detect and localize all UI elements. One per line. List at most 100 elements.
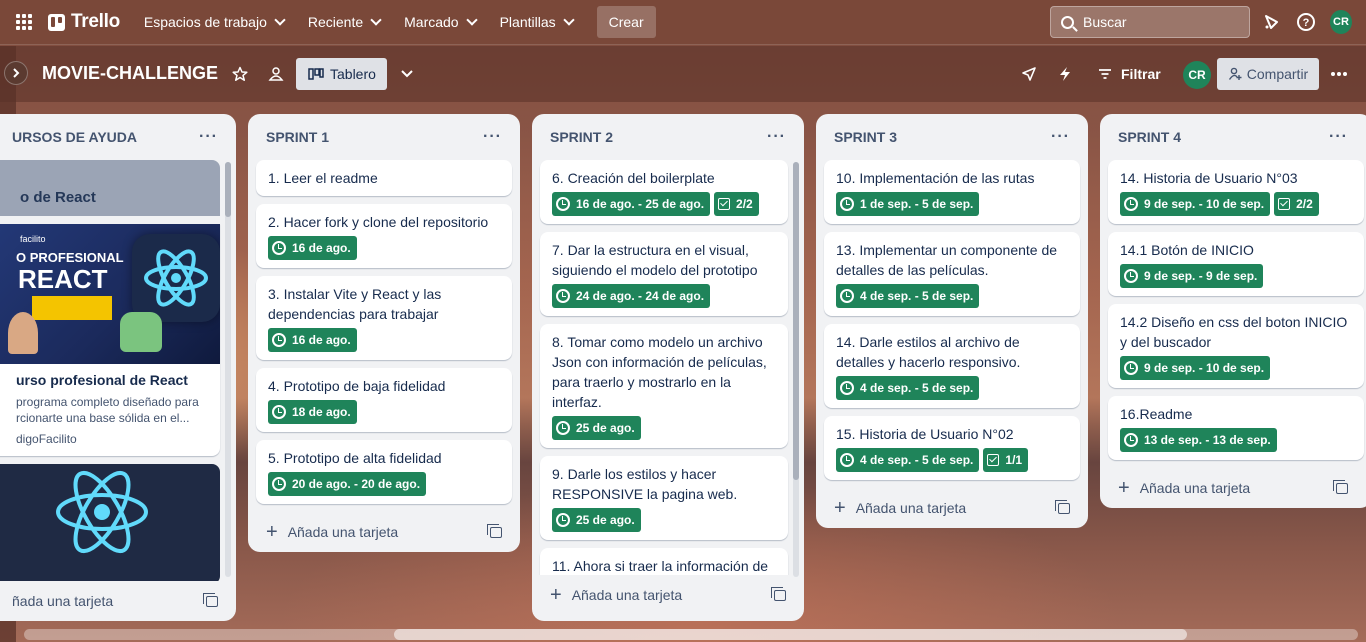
clock-icon [840,289,854,303]
due-date: 4 de sep. - 5 de sep. [860,381,974,395]
card[interactable]: 16.Readme 13 de sep. - 13 de sep. [1108,396,1364,460]
scrollbar-thumb[interactable] [394,629,1187,640]
list-header[interactable]: SPRINT 3 ··· [816,114,1088,160]
card[interactable]: 1. Leer el readme [256,160,512,196]
create-button[interactable]: Crear [596,6,656,38]
due-date-badge[interactable]: 4 de sep. - 5 de sep. [836,376,980,400]
clock-icon [1124,269,1138,283]
card[interactable]: 5. Prototipo de alta fidelidad 20 de ago.… [256,440,512,504]
share-button[interactable]: Compartir [1217,58,1319,90]
chevron-down-icon [370,13,382,26]
trello-logo[interactable]: Trello [48,11,120,33]
react-image-card[interactable] [0,464,220,581]
create-from-template-icon[interactable] [203,592,218,607]
search-input[interactable]: Buscar [1050,6,1250,38]
nav-workspaces[interactable]: Espacios de trabajo [132,6,296,38]
add-card-button[interactable]: + Añada una tarjeta [1100,468,1366,508]
card[interactable]: 11. Ahora si traer la información de [540,548,788,575]
list-menu-icon[interactable]: ··· [767,128,786,146]
user-avatar[interactable]: CR [1330,10,1352,34]
create-from-template-icon[interactable] [1333,479,1348,494]
workspace-visibility-icon[interactable] [265,63,287,85]
automation-bolt-icon[interactable] [1054,63,1076,85]
card[interactable]: 14. Darle estilos al archivo de detalles… [824,324,1080,408]
card[interactable]: 3. Instalar Vite y React y las dependenc… [256,276,512,360]
board-title[interactable]: MOVIE-CHALLENGE [42,63,218,84]
list-scrollbar[interactable] [793,162,799,577]
card[interactable]: 8. Tomar como modelo un archivo Json con… [540,324,788,448]
card[interactable]: 7. Dar la estructura en el visual, sigui… [540,232,788,316]
nav-starred[interactable]: Marcado [392,6,487,38]
list-header[interactable]: SPRINT 2 ··· [532,114,804,160]
card[interactable]: 15. Historia de Usuario N°02 4 de sep. - … [824,416,1080,480]
add-card-button[interactable]: + Añada una tarjeta [816,488,1088,528]
nav-recent[interactable]: Reciente [296,6,392,38]
top-navigation-bar: Trello Espacios de trabajo Reciente Marc… [0,0,1366,45]
add-card-button[interactable]: ñada una tarjeta [0,581,236,621]
clock-icon [840,381,854,395]
due-date-badge[interactable]: 1 de sep. - 5 de sep. [836,192,980,216]
card[interactable]: 4. Prototipo de baja fidelidad 18 de ago. [256,368,512,432]
card[interactable]: 13. Implementar un componente de detalle… [824,232,1080,316]
due-date-badge[interactable]: 20 de ago. - 20 de ago. [268,472,427,496]
power-ups-rocket-icon[interactable] [1018,63,1040,85]
clock-icon [1124,361,1138,375]
due-date-badge[interactable]: 16 de ago. - 25 de ago. [552,192,711,216]
course-card[interactable]: facilito O PROFESIONAL REACT urso profes… [0,224,220,456]
list-header[interactable]: URSOS DE AYUDA ··· [0,114,236,160]
card[interactable]: 14.1 Botón de INICIO 9 de sep. - 9 de sep… [1108,232,1364,296]
notifications-bell-icon[interactable] [1260,11,1282,33]
board-horizontal-scrollbar[interactable] [24,629,1358,640]
create-from-template-icon[interactable] [771,586,786,601]
nav-templates[interactable]: Plantillas [488,6,585,38]
filter-button[interactable]: Filtrar [1098,62,1161,86]
add-card-button[interactable]: + Añada una tarjeta [248,512,520,552]
card-title: 14. Darle estilos al archivo de detalles… [836,334,1021,370]
due-date-badge[interactable]: 13 de sep. - 13 de sep. [1120,428,1277,452]
due-date-badge[interactable]: 18 de ago. [268,400,357,424]
help-icon[interactable]: ? [1295,11,1317,33]
list-menu-icon[interactable]: ··· [1329,128,1348,146]
star-icon[interactable] [229,63,251,85]
due-date-badge[interactable]: 25 de ago. [552,508,641,532]
app-switcher-icon[interactable] [16,14,32,30]
expand-sidebar-button[interactable] [4,61,28,85]
due-date-badge[interactable]: 9 de sep. - 10 de sep. [1120,356,1271,380]
due-date-badge[interactable]: 24 de ago. - 24 de ago. [552,284,711,308]
cover-label-card[interactable]: o de React [0,160,220,216]
card[interactable]: 6. Creación del boilerplate 16 de ago. - … [540,160,788,224]
card[interactable]: 10. Implementación de las rutas 1 de sep.… [824,160,1080,224]
list-menu-icon[interactable]: ··· [199,128,218,146]
add-card-button[interactable]: + Añada una tarjeta [532,575,804,615]
due-date: 18 de ago. [292,405,351,419]
views-dropdown-chevron-icon[interactable] [396,63,418,85]
card[interactable]: 14.2 Diseño en css del boton INICIO y de… [1108,304,1364,388]
due-date-badge[interactable]: 4 de sep. - 5 de sep. [836,448,980,472]
list-menu-icon[interactable]: ··· [483,128,502,146]
card[interactable]: 2. Hacer fork y clone del repositorio 16 … [256,204,512,268]
due-date-badge[interactable]: 16 de ago. [268,236,357,260]
board-member-avatar[interactable]: CR [1183,61,1211,89]
list-scrollbar[interactable] [225,162,231,577]
cover-image-text: O PROFESIONAL [16,250,124,265]
nav-label: Espacios de trabajo [143,14,267,30]
due-date-badge[interactable]: 25 de ago. [552,416,641,440]
nav-label: Reciente [307,14,364,30]
main-nav: Espacios de trabajo Reciente Marcado Pla… [132,6,656,38]
card[interactable]: 9. Darle los estilos y hacer RESPONSIVE … [540,456,788,540]
more-options-icon[interactable] [1328,63,1350,85]
due-date-badge[interactable]: 4 de sep. - 5 de sep. [836,284,980,308]
list-header[interactable]: SPRINT 4 ··· [1100,114,1366,160]
list-header[interactable]: SPRINT 1 ··· [248,114,520,160]
board-view-button[interactable]: Tablero [296,58,387,90]
create-from-template-icon[interactable] [487,523,502,538]
due-date-badge[interactable]: 9 de sep. - 9 de sep. [1120,264,1264,288]
list-menu-icon[interactable]: ··· [1051,128,1070,146]
add-card-label: Añada una tarjeta [287,524,399,540]
create-from-template-icon[interactable] [1055,499,1070,514]
checklist-badge: 2/2 [714,192,759,216]
due-date-badge[interactable]: 9 de sep. - 10 de sep. [1120,192,1271,216]
due-date-badge[interactable]: 16 de ago. [268,328,357,352]
card[interactable]: 14. Historia de Usuario N°03 9 de sep. - … [1108,160,1364,224]
card-title: 14.2 Diseño en css del boton INICIO y de… [1120,314,1348,350]
